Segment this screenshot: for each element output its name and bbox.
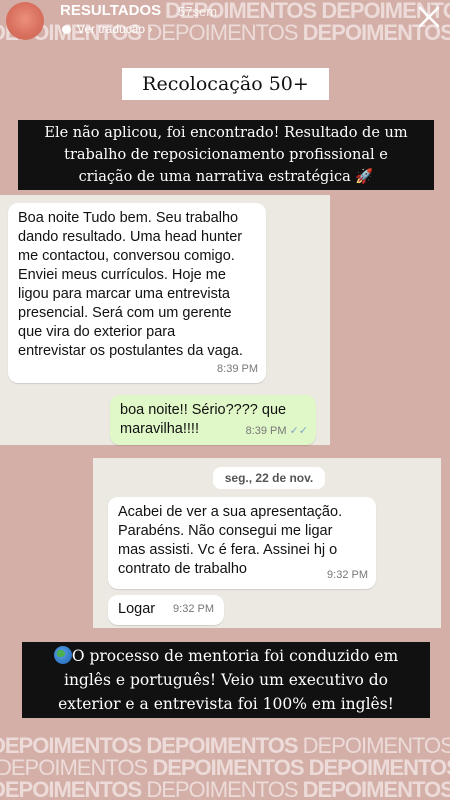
message-text: Logar [118,601,156,617]
message-line: Boa noite Tudo bem. Seu trabalho [18,210,239,226]
date-separator: seg., 22 de nov. [213,467,325,489]
read-ticks-icon: ✓✓ [289,425,308,437]
intro-line: trabalho de reposicionamento profissiona… [64,147,388,163]
translate-label: Ver tradução [77,22,146,36]
watermark-row: DEPOIMENTOS DEPOIMENTOS DEPOIMENTOS [0,757,450,779]
message-line: Enviei meus currículos. Hoje me [18,267,226,283]
translate-link[interactable]: Ver tradução › [62,22,152,36]
outro-line: O processo de mentoria foi conduzido em [22,644,430,668]
intro-line-text: criação de uma narrativa estratégica [78,169,351,185]
watermark-text: DEPOIMENTOS [302,777,450,800]
intro-caption: Ele não aplicou, foi encontrado! Resulta… [18,120,434,190]
translate-icon [62,25,71,34]
message-time-group: 8:39 PM ✓✓ [246,422,308,441]
watermark-row: DEPOIMENTOS DEPOIMENTOS DEPOIMENTOS [0,779,450,800]
message-line: entrevistar os postulantes da vaga. [18,343,243,359]
incoming-message-bubble: Acabei de ver a sua apresentação. Parabé… [108,497,376,589]
message-time: 9:32 PM [327,569,368,581]
outro-line-text: O processo de mentoria foi conduzido em [71,647,399,665]
message-time: 8:39 PM [217,363,258,375]
story-header: RESULTADOS 57sem Ver tradução › [0,0,450,40]
close-icon[interactable] [416,4,442,30]
story-time: 57sem [178,4,218,19]
watermark-text: DEPOIMENTOS [146,777,298,800]
watermark-text: DEPOIMENTOS [0,777,142,800]
watermark-bottom: DEPOIMENTOS DEPOIMENTOS DEPOIMENTOS DEPO… [0,735,450,800]
message-line: Acabei de ver a sua apresentação. [118,504,343,520]
message-line: presencial. Será com um gerente [18,305,232,321]
message-line: mas assisti. Vc é fera. Assinei hj o [118,542,338,558]
intro-line: criação de uma narrativa estratégica 🚀 [18,166,434,188]
message-line: dando resultado. Uma head hunter [18,229,243,245]
outgoing-message-bubble: boa noite!! Sério???? que maravilha!!!! … [110,395,316,445]
outro-line: exterior e a entrevista foi 100% em ingl… [58,695,394,713]
message-time: 9:32 PM [173,603,214,615]
story-name[interactable]: RESULTADOS [60,2,161,19]
rocket-icon: 🚀 [355,169,374,185]
outro-line: inglês e português! Veio um executivo do [63,671,388,689]
incoming-message-bubble: Logar 9:32 PM [108,595,224,625]
message-line: ligou para marcar uma entrevista [18,286,230,302]
page-title: Recolocação 50+ [122,68,329,100]
intro-line: Ele não aplicou, foi encontrado! Resulta… [44,125,408,141]
chevron-right-icon: › [148,22,153,36]
watermark-row: DEPOIMENTOS DEPOIMENTOS DEPOIMENTOS [0,735,450,757]
outro-caption: O processo de mentoria foi conduzido em … [22,642,430,718]
message-line: que vira do exterior para [18,324,176,340]
incoming-message-bubble: Boa noite Tudo bem. Seu trabalho dando r… [8,203,266,383]
avatar[interactable] [6,2,44,40]
globe-icon [53,646,72,664]
message-line: boa noite!! Sério???? que [120,402,287,418]
message-line: me contactou, conversou comigo. [18,248,235,264]
message-time: 8:39 PM [245,425,287,437]
message-line: Parabéns. Não consegui me ligar [118,523,333,539]
